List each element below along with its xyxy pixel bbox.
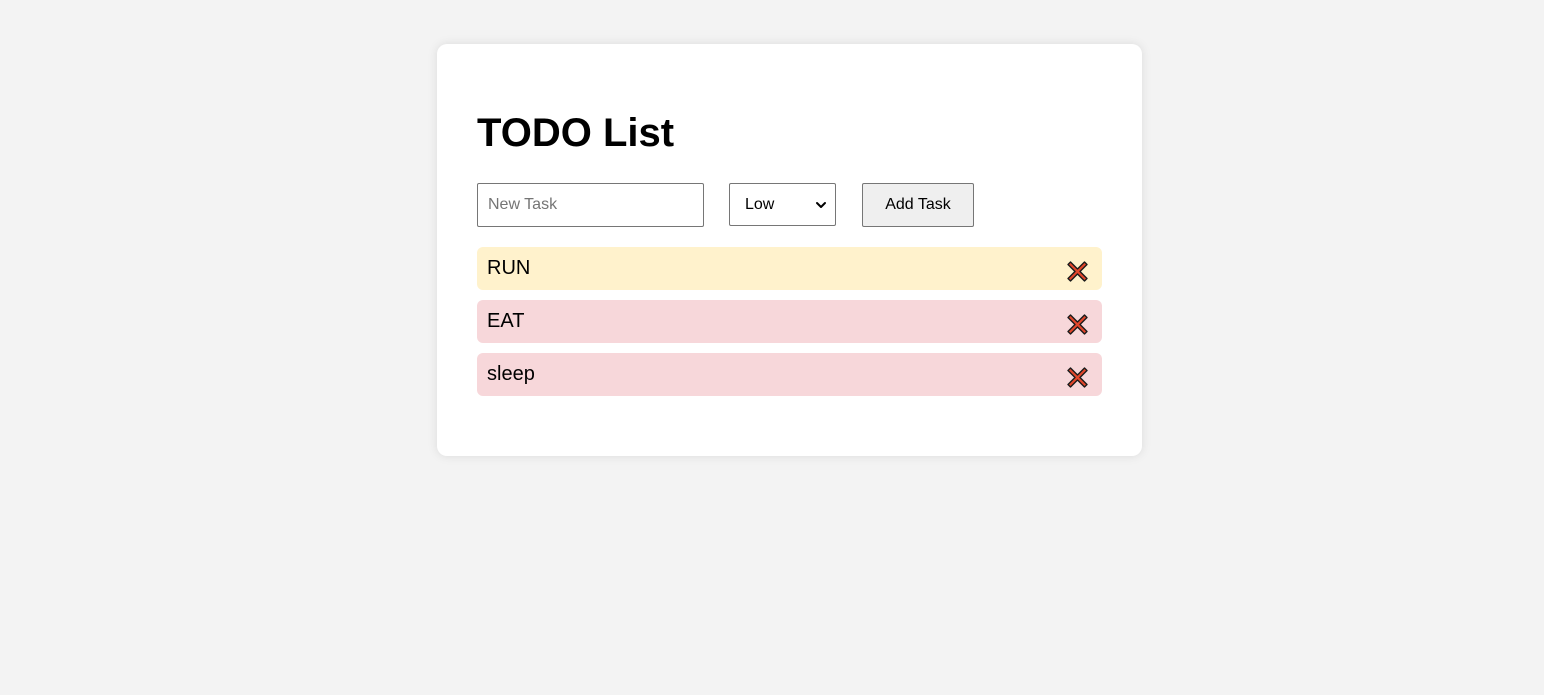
new-task-input[interactable] (477, 183, 704, 227)
chevron-down-icon (816, 201, 826, 208)
delete-task-icon[interactable] (1065, 259, 1090, 284)
task-item: RUN (477, 247, 1102, 290)
task-text: EAT (487, 310, 525, 332)
add-task-button[interactable]: Add Task (862, 183, 974, 227)
task-list: RUN EAT sleep (477, 247, 1102, 406)
task-item: sleep (477, 353, 1102, 396)
priority-select[interactable]: Low (729, 183, 836, 226)
delete-task-icon[interactable] (1065, 365, 1090, 390)
todo-card: TODO List Low Add Task RUN EAT sleep (437, 44, 1142, 456)
task-text: RUN (487, 257, 531, 279)
delete-task-icon[interactable] (1065, 312, 1090, 337)
task-text: sleep (487, 363, 535, 385)
priority-select-value: Low (745, 195, 775, 213)
task-item: EAT (477, 300, 1102, 343)
page-title: TODO List (477, 111, 675, 155)
